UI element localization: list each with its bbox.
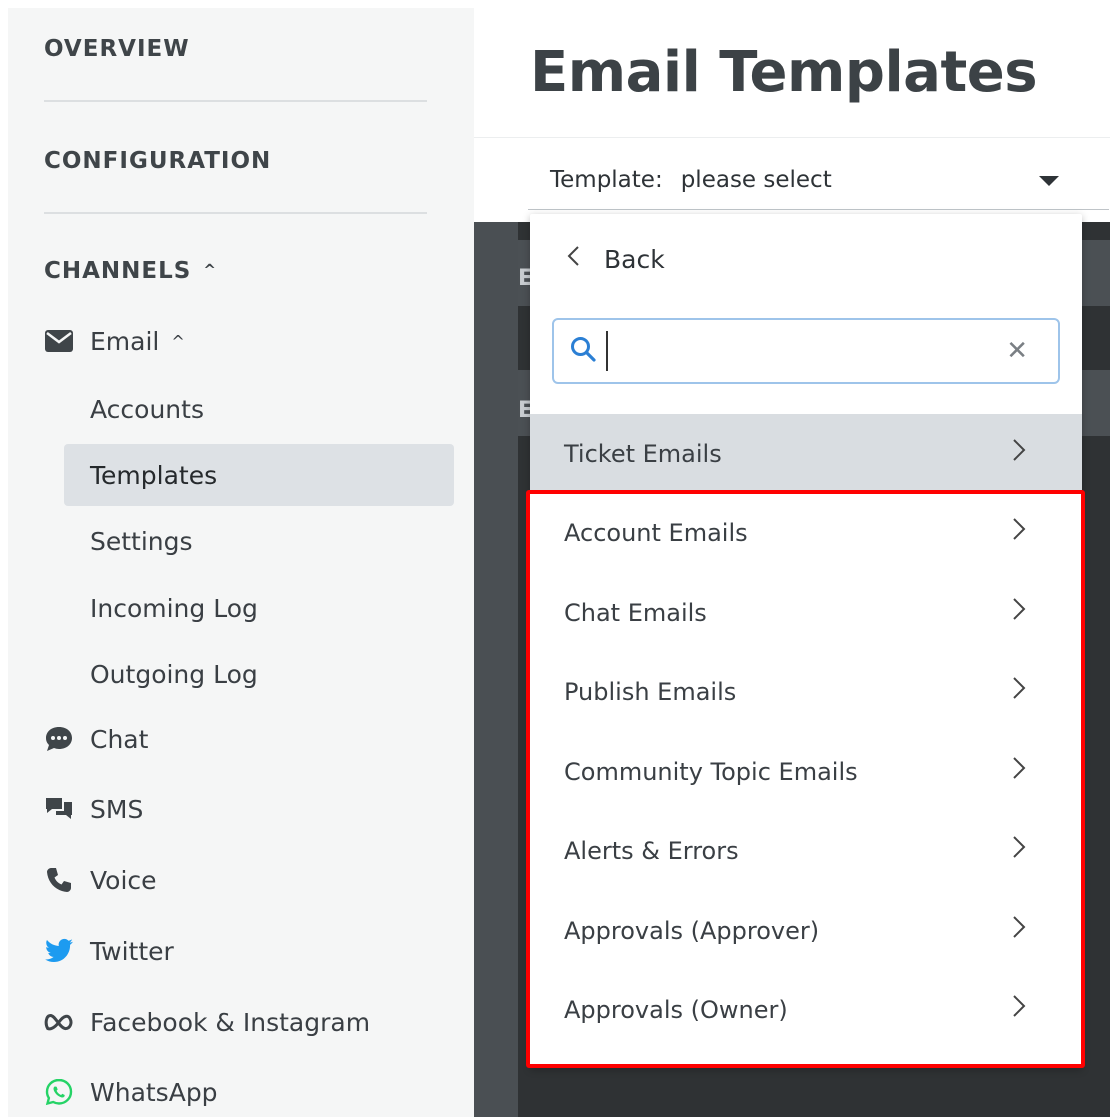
menu-item-publish-emails[interactable]: Publish Emails [530,652,1082,732]
nav-facebook-instagram[interactable]: Facebook & Instagram [44,1007,370,1037]
menu-item-approvals-owner[interactable]: Approvals (Owner) [530,970,1082,1050]
menu-item-label: Approvals (Owner) [564,996,788,1024]
twitter-icon [44,936,74,966]
chat-bubble-icon [44,724,74,754]
nav-configuration[interactable]: CONFIGURATION [44,148,271,174]
search-box: ✕ [552,318,1060,384]
chevron-right-icon [1012,756,1026,786]
nav-facebook-instagram-label: Facebook & Instagram [90,1007,371,1037]
menu-item-account-emails[interactable]: Account Emails [530,493,1082,573]
nav-email-label: Email [90,326,160,356]
page-title: Email Templates [530,40,1038,105]
nav-chat[interactable]: Chat [44,724,148,754]
sidebar-item-settings[interactable]: Settings [64,510,454,572]
sidebar-divider [44,212,427,214]
nav-whatsapp[interactable]: WhatsApp [44,1077,218,1107]
sidebar-item-templates[interactable]: Templates [64,444,454,506]
nav-whatsapp-label: WhatsApp [90,1077,218,1107]
menu-item-label: Publish Emails [564,678,737,706]
back-button[interactable]: Back [566,244,665,274]
meta-icon [44,1007,74,1037]
chevron-right-icon [1012,915,1026,945]
menu-item-label: Ticket Emails [564,440,722,468]
sidebar-divider [44,100,427,102]
nav-channels[interactable]: CHANNELS ^ [44,258,217,284]
whatsapp-icon [44,1077,74,1107]
chevron-right-icon [1012,994,1026,1024]
main-header: Email Templates [474,0,1110,138]
menu-item-label: Alerts & Errors [564,837,739,865]
chevron-right-icon [1012,438,1026,468]
template-dropdown: Back ✕ Ticket Emails Account Emails Chat… [530,214,1082,1068]
sidebar-item-incoming-log[interactable]: Incoming Log [64,577,454,639]
chevron-right-icon [1012,597,1026,627]
chevron-right-icon [1012,676,1026,706]
template-selector-label: Template: [550,166,663,193]
template-selector[interactable]: Template: please select [528,150,1109,210]
menu-item-approvals-approver[interactable]: Approvals (Approver) [530,891,1082,971]
chevron-right-icon [1012,517,1026,547]
clear-search-icon[interactable]: ✕ [1006,336,1028,366]
menu-item-community-topic-emails[interactable]: Community Topic Emails [530,732,1082,812]
nav-overview[interactable]: OVERVIEW [44,36,190,62]
search-icon [570,336,596,366]
nav-twitter-label: Twitter [90,936,174,966]
nav-email[interactable]: Email ^ [44,326,185,356]
envelope-icon [44,326,74,356]
chevron-up-icon: ^ [203,261,217,279]
sms-icon [44,794,74,824]
nav-sms[interactable]: SMS [44,794,143,824]
template-selector-value: please select [680,166,832,193]
nav-sms-label: SMS [90,794,144,824]
sidebar-item-accounts[interactable]: Accounts [64,378,454,440]
nav-voice-label: Voice [90,865,157,895]
menu-item-label: Community Topic Emails [564,758,858,786]
search-input[interactable] [606,331,986,371]
sidebar-item-outgoing-log[interactable]: Outgoing Log [64,643,454,705]
menu-item-label: Account Emails [564,519,748,547]
nav-channels-label: CHANNELS [44,258,192,284]
menu-item-label: Chat Emails [564,599,707,627]
back-label: Back [604,244,665,274]
menu-item-chat-emails[interactable]: Chat Emails [530,573,1082,653]
nav-voice[interactable]: Voice [44,865,157,895]
nav-twitter[interactable]: Twitter [44,936,174,966]
chevron-left-icon [566,244,580,274]
chevron-up-icon: ^ [171,331,185,351]
menu-item-alerts-errors[interactable]: Alerts & Errors [530,811,1082,891]
chevron-right-icon [1012,835,1026,865]
nav-chat-label: Chat [90,724,149,754]
menu-item-ticket-emails[interactable]: Ticket Emails [530,414,1082,494]
phone-icon [44,865,74,895]
caret-down-icon [1039,176,1059,186]
sidebar: OVERVIEW CONFIGURATION CHANNELS ^ Email ^… [8,8,474,1117]
menu-item-label: Approvals (Approver) [564,917,820,945]
